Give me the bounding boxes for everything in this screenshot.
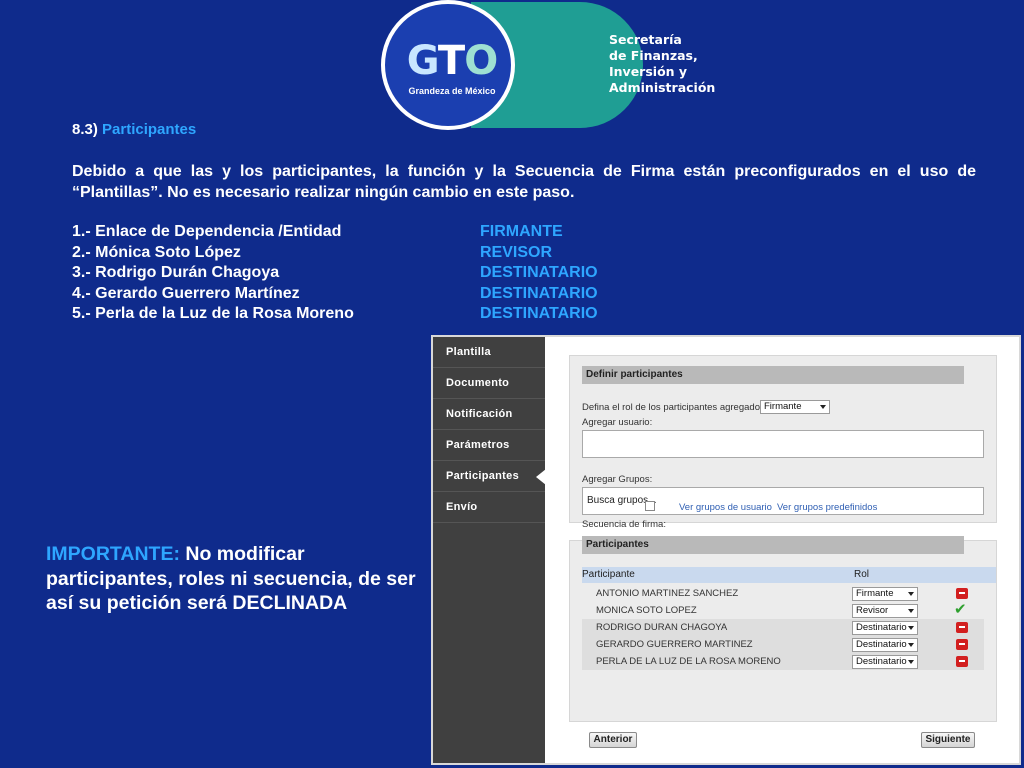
participant-row: 1.- Enlace de Dependencia /Entidad FIRMA… [72,222,632,243]
table-row: MONICA SOTO LOPEZ Revisor ✔ [582,602,984,619]
logo-gto-wordmark: GTO [399,38,505,84]
logo-letter: T [437,38,465,84]
next-button[interactable]: Siguiente [921,732,975,748]
logo-line: Inversión y [609,64,688,79]
chevron-down-icon [908,626,914,630]
participant-row: 4.- Gerardo Guerrero Martínez DESTINATAR… [72,284,632,305]
wizard-main: Definir participantes Defina el rol de l… [545,337,1019,763]
previous-button[interactable]: Anterior [589,732,637,748]
row-role-value: Destinatario [856,622,907,633]
table-row: RODRIGO DURAN CHAGOYA Destinatario [582,619,984,636]
chevron-down-icon [820,405,826,409]
row-role-select[interactable]: Destinatario [852,655,918,669]
remove-icon[interactable] [956,588,968,599]
role-label: Defina el rol de los participantes agreg… [582,402,768,413]
sidebar-item-plantilla[interactable]: Plantilla [433,337,545,368]
chevron-down-icon [908,592,914,596]
participant-name: 5.- Perla de la Luz de la Rosa Moreno [72,305,354,322]
groups-label: Agregar Grupos: [582,474,653,485]
remove-icon[interactable] [956,622,968,633]
table-row: GERARDO GUERRERO MARTINEZ Destinatario [582,636,984,653]
logo-line: Secretaría [609,32,682,47]
row-participant: RODRIGO DURAN CHAGOYA [596,622,728,633]
participants-list: 1.- Enlace de Dependencia /Entidad FIRMA… [72,222,632,325]
gto-logo: Secretaría de Finanzas, Inversión y Admi… [381,0,715,130]
panel-title: Participantes [582,536,964,554]
participant-row: 3.- Rodrigo Durán Chagoya DESTINATARIO [72,263,632,284]
participant-role: DESTINATARIO [480,284,598,302]
sidebar-item-documento[interactable]: Documento [433,368,545,399]
participant-row: 2.- Mónica Soto López REVISOR [72,243,632,264]
row-participant: PERLA DE LA LUZ DE LA ROSA MORENO [596,656,781,667]
section-title: Participantes [102,121,197,138]
user-input[interactable] [582,430,984,458]
participant-name: 2.- Mónica Soto López [72,243,241,261]
logo-letter: O [464,38,498,84]
sidebar-item-parametros[interactable]: Parámetros [433,430,545,461]
wizard-sidebar: Plantilla Documento Notificación Parámet… [433,337,546,763]
row-role-value: Destinatario [856,656,907,667]
section-heading: 8.3) Participantes [72,121,196,138]
user-groups-link[interactable]: Ver grupos de usuario [679,502,772,513]
logo-line: de Finanzas, [609,48,698,63]
user-label: Agregar usuario: [582,417,653,428]
table-row: PERLA DE LA LUZ DE LA ROSA MORENO Destin… [582,653,984,670]
role-select-value: Firmante [764,401,802,412]
participant-role: REVISOR [480,243,553,261]
sidebar-item-envio[interactable]: Envío [433,492,545,523]
row-participant: MONICA SOTO LOPEZ [596,605,697,616]
row-role-select[interactable]: Destinatario [852,638,918,652]
sequence-checkbox[interactable] [645,501,655,511]
sidebar-item-participantes[interactable]: Participantes [433,461,546,492]
logo-secretaria-text: Secretaría de Finanzas, Inversión y Admi… [609,32,729,96]
instructions-paragraph: Debido a que las y los participantes, la… [72,163,976,201]
col-role: Rol [854,569,870,580]
participant-row: 5.- Perla de la Luz de la Rosa Moreno DE… [72,304,632,325]
chevron-down-icon [908,643,914,647]
logo-line: Administración [609,80,716,95]
row-participant: ANTONIO MARTINEZ SANCHEZ [596,588,739,599]
participant-role: DESTINATARIO [480,305,598,322]
participant-role: DESTINATARIO [480,264,598,281]
role-select[interactable]: Firmante [760,400,830,414]
checkmark-icon: ✔ [954,601,967,618]
logo-tagline: Grandeza de México [408,86,496,96]
remove-icon[interactable] [956,639,968,650]
row-role-value: Revisor [856,605,889,616]
define-participants-panel: Definir participantes Defina el rol de l… [569,355,997,530]
row-role-select[interactable]: Destinatario [852,621,918,635]
app-screenshot: Plantilla Documento Notificación Parámet… [431,335,1021,765]
row-role-value: Destinatario [856,639,907,650]
remove-icon[interactable] [956,656,968,667]
participant-name: 4.- Gerardo Guerrero Martínez [72,284,300,302]
participant-role: FIRMANTE [480,223,563,240]
section-number: 8.3) [72,121,98,138]
logo-letter: G [406,38,439,84]
sequence-label: Secuencia de firma: [582,519,666,530]
chevron-down-icon [908,660,914,664]
table-header: Participante Rol [582,567,996,583]
row-participant: GERARDO GUERRERO MARTINEZ [596,639,753,650]
chevron-down-icon [908,609,914,613]
predefined-groups-link[interactable]: Ver grupos predefinidos [777,502,877,513]
important-label: IMPORTANTE: [46,543,180,565]
table-row: ANTONIO MARTINEZ SANCHEZ Firmante [582,585,984,602]
row-role-select[interactable]: Firmante [852,587,918,601]
participant-name: 1.- Enlace de Dependencia /Entidad [72,223,342,240]
participant-name: 3.- Rodrigo Durán Chagoya [72,264,280,281]
row-role-select[interactable]: Revisor [852,604,918,618]
participants-panel: Participantes Participante Rol ANTONIO M… [569,536,997,722]
row-role-value: Firmante [856,588,894,599]
sidebar-item-notificacion[interactable]: Notificación [433,399,545,430]
important-notice: IMPORTANTE: No modificar participantes, … [46,542,428,616]
col-participant: Participante [582,569,635,580]
logo-circle: GTO Grandeza de México [381,0,515,130]
panel-title: Definir participantes [582,366,964,384]
